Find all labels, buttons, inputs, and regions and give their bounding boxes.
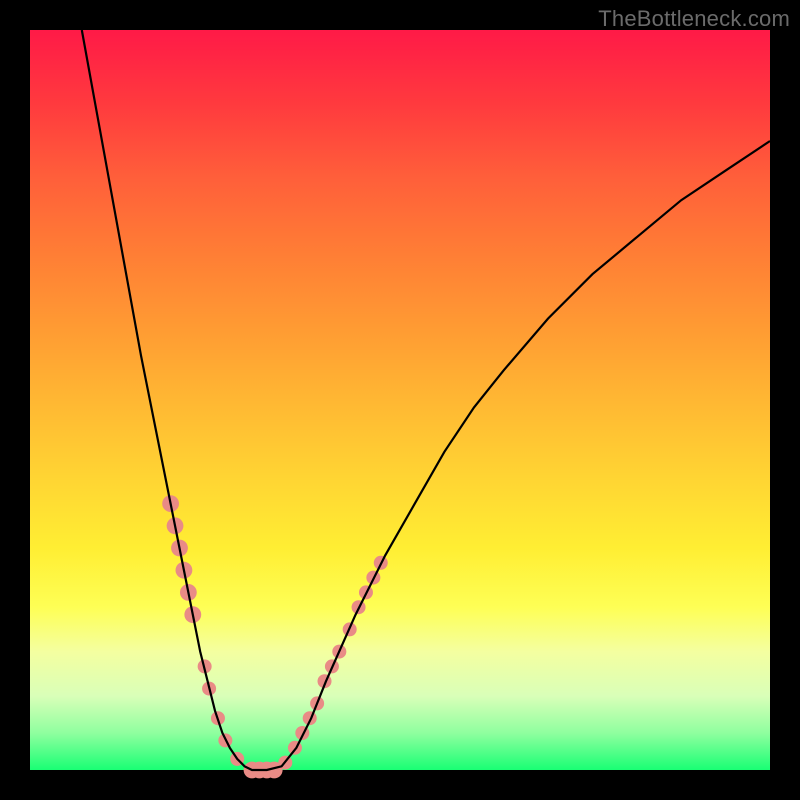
markers-layer: [162, 495, 388, 778]
chart-frame: TheBottleneck.com: [0, 0, 800, 800]
watermark-text: TheBottleneck.com: [598, 6, 790, 32]
curve-svg: [30, 30, 770, 770]
bottleneck-curve: [82, 30, 770, 770]
plot-area: [30, 30, 770, 770]
